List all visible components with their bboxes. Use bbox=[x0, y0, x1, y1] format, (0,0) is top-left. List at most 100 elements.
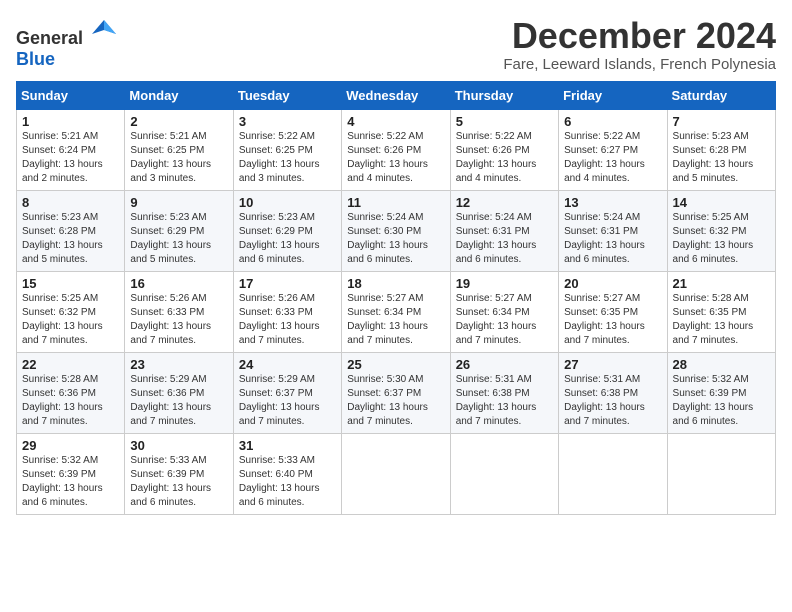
calendar-cell: 23Sunrise: 5:29 AM Sunset: 6:36 PM Dayli… bbox=[125, 352, 233, 433]
day-detail: Sunrise: 5:31 AM Sunset: 6:38 PM Dayligh… bbox=[564, 373, 661, 429]
day-detail: Sunrise: 5:23 AM Sunset: 6:28 PM Dayligh… bbox=[673, 130, 770, 186]
calendar-week-row: 29Sunrise: 5:32 AM Sunset: 6:39 PM Dayli… bbox=[17, 433, 776, 514]
calendar-cell: 8Sunrise: 5:23 AM Sunset: 6:28 PM Daylig… bbox=[17, 190, 125, 271]
day-detail: Sunrise: 5:32 AM Sunset: 6:39 PM Dayligh… bbox=[673, 373, 770, 429]
day-number: 12 bbox=[456, 195, 553, 210]
calendar-cell: 4Sunrise: 5:22 AM Sunset: 6:26 PM Daylig… bbox=[342, 109, 450, 190]
day-number: 4 bbox=[347, 114, 444, 129]
day-number: 25 bbox=[347, 357, 444, 372]
calendar-cell: 31Sunrise: 5:33 AM Sunset: 6:40 PM Dayli… bbox=[233, 433, 341, 514]
day-number: 20 bbox=[564, 276, 661, 291]
calendar-cell: 26Sunrise: 5:31 AM Sunset: 6:38 PM Dayli… bbox=[450, 352, 558, 433]
day-detail: Sunrise: 5:21 AM Sunset: 6:25 PM Dayligh… bbox=[130, 130, 227, 186]
col-header-saturday: Saturday bbox=[667, 81, 775, 109]
day-detail: Sunrise: 5:22 AM Sunset: 6:26 PM Dayligh… bbox=[347, 130, 444, 186]
calendar-cell bbox=[559, 433, 667, 514]
day-detail: Sunrise: 5:23 AM Sunset: 6:29 PM Dayligh… bbox=[130, 211, 227, 267]
day-detail: Sunrise: 5:22 AM Sunset: 6:26 PM Dayligh… bbox=[456, 130, 553, 186]
calendar-cell: 21Sunrise: 5:28 AM Sunset: 6:35 PM Dayli… bbox=[667, 271, 775, 352]
day-number: 9 bbox=[130, 195, 227, 210]
calendar-cell: 2Sunrise: 5:21 AM Sunset: 6:25 PM Daylig… bbox=[125, 109, 233, 190]
calendar-cell: 20Sunrise: 5:27 AM Sunset: 6:35 PM Dayli… bbox=[559, 271, 667, 352]
col-header-friday: Friday bbox=[559, 81, 667, 109]
logo-text: General Blue bbox=[16, 16, 118, 70]
calendar-week-row: 8Sunrise: 5:23 AM Sunset: 6:28 PM Daylig… bbox=[17, 190, 776, 271]
day-detail: Sunrise: 5:30 AM Sunset: 6:37 PM Dayligh… bbox=[347, 373, 444, 429]
calendar-cell: 12Sunrise: 5:24 AM Sunset: 6:31 PM Dayli… bbox=[450, 190, 558, 271]
calendar-cell: 14Sunrise: 5:25 AM Sunset: 6:32 PM Dayli… bbox=[667, 190, 775, 271]
day-detail: Sunrise: 5:25 AM Sunset: 6:32 PM Dayligh… bbox=[673, 211, 770, 267]
col-header-sunday: Sunday bbox=[17, 81, 125, 109]
day-number: 31 bbox=[239, 438, 336, 453]
day-number: 16 bbox=[130, 276, 227, 291]
calendar-cell: 28Sunrise: 5:32 AM Sunset: 6:39 PM Dayli… bbox=[667, 352, 775, 433]
day-detail: Sunrise: 5:22 AM Sunset: 6:25 PM Dayligh… bbox=[239, 130, 336, 186]
day-detail: Sunrise: 5:24 AM Sunset: 6:31 PM Dayligh… bbox=[564, 211, 661, 267]
col-header-tuesday: Tuesday bbox=[233, 81, 341, 109]
col-header-thursday: Thursday bbox=[450, 81, 558, 109]
day-number: 21 bbox=[673, 276, 770, 291]
calendar-table: SundayMondayTuesdayWednesdayThursdayFrid… bbox=[16, 81, 776, 515]
calendar-cell: 9Sunrise: 5:23 AM Sunset: 6:29 PM Daylig… bbox=[125, 190, 233, 271]
day-number: 14 bbox=[673, 195, 770, 210]
day-detail: Sunrise: 5:24 AM Sunset: 6:30 PM Dayligh… bbox=[347, 211, 444, 267]
location-subtitle: Fare, Leeward Islands, French Polynesia bbox=[503, 56, 776, 73]
day-number: 29 bbox=[22, 438, 119, 453]
day-number: 7 bbox=[673, 114, 770, 129]
day-detail: Sunrise: 5:28 AM Sunset: 6:36 PM Dayligh… bbox=[22, 373, 119, 429]
day-detail: Sunrise: 5:22 AM Sunset: 6:27 PM Dayligh… bbox=[564, 130, 661, 186]
day-number: 17 bbox=[239, 276, 336, 291]
day-detail: Sunrise: 5:26 AM Sunset: 6:33 PM Dayligh… bbox=[130, 292, 227, 348]
calendar-cell: 18Sunrise: 5:27 AM Sunset: 6:34 PM Dayli… bbox=[342, 271, 450, 352]
day-number: 10 bbox=[239, 195, 336, 210]
calendar-cell: 5Sunrise: 5:22 AM Sunset: 6:26 PM Daylig… bbox=[450, 109, 558, 190]
day-number: 27 bbox=[564, 357, 661, 372]
day-number: 28 bbox=[673, 357, 770, 372]
calendar-cell: 22Sunrise: 5:28 AM Sunset: 6:36 PM Dayli… bbox=[17, 352, 125, 433]
calendar-cell: 13Sunrise: 5:24 AM Sunset: 6:31 PM Dayli… bbox=[559, 190, 667, 271]
calendar-cell: 29Sunrise: 5:32 AM Sunset: 6:39 PM Dayli… bbox=[17, 433, 125, 514]
day-number: 2 bbox=[130, 114, 227, 129]
day-number: 11 bbox=[347, 195, 444, 210]
day-number: 8 bbox=[22, 195, 119, 210]
calendar-cell: 11Sunrise: 5:24 AM Sunset: 6:30 PM Dayli… bbox=[342, 190, 450, 271]
day-detail: Sunrise: 5:31 AM Sunset: 6:38 PM Dayligh… bbox=[456, 373, 553, 429]
day-detail: Sunrise: 5:23 AM Sunset: 6:29 PM Dayligh… bbox=[239, 211, 336, 267]
day-detail: Sunrise: 5:33 AM Sunset: 6:39 PM Dayligh… bbox=[130, 454, 227, 510]
calendar-cell bbox=[450, 433, 558, 514]
calendar-cell: 27Sunrise: 5:31 AM Sunset: 6:38 PM Dayli… bbox=[559, 352, 667, 433]
day-detail: Sunrise: 5:27 AM Sunset: 6:34 PM Dayligh… bbox=[347, 292, 444, 348]
day-detail: Sunrise: 5:21 AM Sunset: 6:24 PM Dayligh… bbox=[22, 130, 119, 186]
day-detail: Sunrise: 5:28 AM Sunset: 6:35 PM Dayligh… bbox=[673, 292, 770, 348]
day-number: 26 bbox=[456, 357, 553, 372]
calendar-cell: 16Sunrise: 5:26 AM Sunset: 6:33 PM Dayli… bbox=[125, 271, 233, 352]
logo-blue: Blue bbox=[16, 49, 55, 69]
month-title: December 2024 bbox=[503, 16, 776, 56]
day-detail: Sunrise: 5:29 AM Sunset: 6:37 PM Dayligh… bbox=[239, 373, 336, 429]
day-number: 6 bbox=[564, 114, 661, 129]
day-number: 3 bbox=[239, 114, 336, 129]
calendar-week-row: 1Sunrise: 5:21 AM Sunset: 6:24 PM Daylig… bbox=[17, 109, 776, 190]
day-detail: Sunrise: 5:26 AM Sunset: 6:33 PM Dayligh… bbox=[239, 292, 336, 348]
day-detail: Sunrise: 5:23 AM Sunset: 6:28 PM Dayligh… bbox=[22, 211, 119, 267]
page-header: General Blue December 2024 Fare, Leeward… bbox=[16, 16, 776, 73]
calendar-cell: 10Sunrise: 5:23 AM Sunset: 6:29 PM Dayli… bbox=[233, 190, 341, 271]
day-detail: Sunrise: 5:27 AM Sunset: 6:34 PM Dayligh… bbox=[456, 292, 553, 348]
day-detail: Sunrise: 5:29 AM Sunset: 6:36 PM Dayligh… bbox=[130, 373, 227, 429]
day-number: 18 bbox=[347, 276, 444, 291]
calendar-week-row: 15Sunrise: 5:25 AM Sunset: 6:32 PM Dayli… bbox=[17, 271, 776, 352]
day-number: 23 bbox=[130, 357, 227, 372]
title-section: December 2024 Fare, Leeward Islands, Fre… bbox=[503, 16, 776, 73]
day-detail: Sunrise: 5:32 AM Sunset: 6:39 PM Dayligh… bbox=[22, 454, 119, 510]
calendar-cell: 19Sunrise: 5:27 AM Sunset: 6:34 PM Dayli… bbox=[450, 271, 558, 352]
day-number: 5 bbox=[456, 114, 553, 129]
day-number: 22 bbox=[22, 357, 119, 372]
day-number: 15 bbox=[22, 276, 119, 291]
calendar-cell: 25Sunrise: 5:30 AM Sunset: 6:37 PM Dayli… bbox=[342, 352, 450, 433]
day-number: 13 bbox=[564, 195, 661, 210]
calendar-cell: 3Sunrise: 5:22 AM Sunset: 6:25 PM Daylig… bbox=[233, 109, 341, 190]
day-number: 19 bbox=[456, 276, 553, 291]
calendar-header-row: SundayMondayTuesdayWednesdayThursdayFrid… bbox=[17, 81, 776, 109]
calendar-cell: 6Sunrise: 5:22 AM Sunset: 6:27 PM Daylig… bbox=[559, 109, 667, 190]
logo-general: General bbox=[16, 28, 83, 48]
